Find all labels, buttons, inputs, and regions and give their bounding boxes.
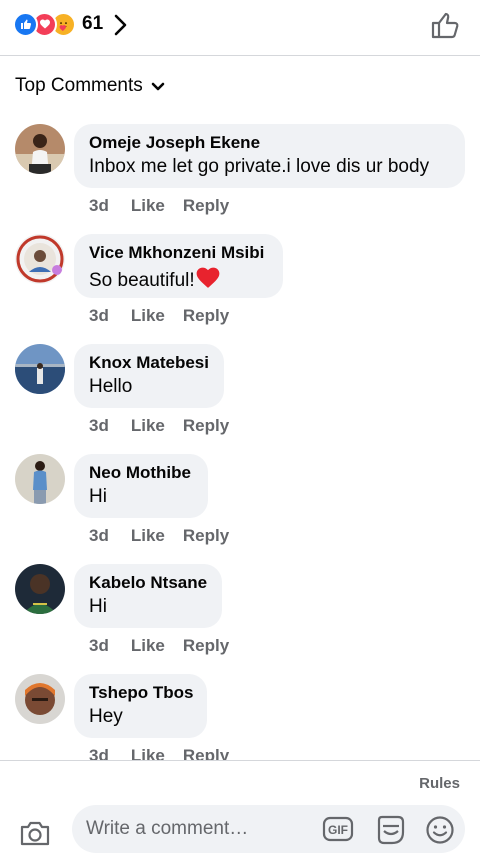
comment-time: 3d [89, 526, 109, 545]
svg-text:GIF: GIF [328, 823, 348, 837]
sort-label: Top Comments [15, 75, 143, 96]
reactions-header: 61 [0, 0, 480, 56]
commenter-name[interactable]: Tshepo Tbos [89, 683, 194, 703]
comment-input[interactable]: Write a comment… GIF [72, 805, 465, 853]
red-heart-icon [196, 267, 220, 288]
comment-actions: 3d Like Reply [89, 196, 247, 216]
gif-icon[interactable]: GIF [322, 815, 354, 843]
commenter-name[interactable]: Vice Mkhonzeni Msibi [89, 243, 268, 263]
camera-icon[interactable] [19, 819, 51, 847]
comment-bubble: Knox Matebesi Hello [74, 344, 224, 408]
like-button[interactable]: Like [131, 636, 165, 656]
comment-bubble: Kabelo Ntsane Hi [74, 564, 222, 628]
sort-comments-dropdown[interactable]: Top Comments [15, 75, 165, 97]
comment-time: 3d [89, 196, 109, 215]
comment-actions: 3d Like Reply [89, 526, 247, 546]
commenter-name[interactable]: Neo Mothibe [89, 463, 193, 483]
comment-composer: Rules Write a comment… GIF [0, 760, 480, 853]
like-reaction-icon [13, 11, 38, 37]
reply-button[interactable]: Reply [183, 306, 229, 326]
chevron-down-icon [151, 82, 165, 91]
comment-time: 3d [89, 416, 109, 435]
comment-bubble: Vice Mkhonzeni Msibi So beautiful! [74, 234, 283, 298]
comment-actions: 3d Like Reply [89, 306, 247, 326]
commenter-name[interactable]: Knox Matebesi [89, 353, 209, 373]
reply-button[interactable]: Reply [183, 416, 229, 436]
like-button[interactable]: Like [131, 196, 165, 216]
like-icon[interactable] [430, 10, 460, 40]
comment-text: Hello [89, 376, 133, 397]
rules-link[interactable]: Rules [419, 775, 460, 792]
comment-actions: 3d Like Reply [89, 416, 247, 436]
reply-button[interactable]: Reply [183, 196, 229, 216]
comment-text: Hi [89, 596, 107, 617]
sticker-icon[interactable] [374, 814, 406, 846]
like-button[interactable]: Like [131, 306, 165, 326]
comment-time: 3d [89, 306, 109, 325]
comment-text: Inbox me let go private.i love dis ur bo… [89, 156, 430, 177]
comment-text: So beautiful! [89, 270, 195, 291]
commenter-name[interactable]: Kabelo Ntsane [89, 573, 207, 593]
avatar[interactable] [15, 234, 65, 284]
commenter-name[interactable]: Omeje Joseph Ekene [89, 133, 450, 153]
comment-time: 3d [89, 636, 109, 655]
avatar[interactable] [15, 454, 65, 504]
reply-button[interactable]: Reply [183, 526, 229, 546]
reply-button[interactable]: Reply [183, 636, 229, 656]
reaction-summary[interactable]: 61 [13, 11, 104, 37]
comment-input-placeholder: Write a comment… [86, 818, 249, 839]
emoji-icon[interactable] [425, 815, 455, 845]
comment-text-line: So beautiful! [89, 265, 268, 293]
avatar[interactable] [15, 124, 65, 174]
avatar[interactable] [15, 674, 65, 724]
like-button[interactable]: Like [131, 416, 165, 436]
comment-bubble: Neo Mothibe Hi [74, 454, 208, 518]
avatar[interactable] [15, 564, 65, 614]
like-button[interactable]: Like [131, 526, 165, 546]
reaction-count: 61 [82, 13, 104, 34]
comment-text: Hey [89, 706, 123, 727]
avatar[interactable] [15, 344, 65, 394]
chevron-right-icon[interactable] [114, 14, 128, 36]
comment-text: Hi [89, 486, 107, 507]
comment-bubble: Tshepo Tbos Hey [74, 674, 207, 738]
comment-actions: 3d Like Reply [89, 636, 247, 656]
comment-bubble: Omeje Joseph Ekene Inbox me let go priva… [74, 124, 465, 188]
